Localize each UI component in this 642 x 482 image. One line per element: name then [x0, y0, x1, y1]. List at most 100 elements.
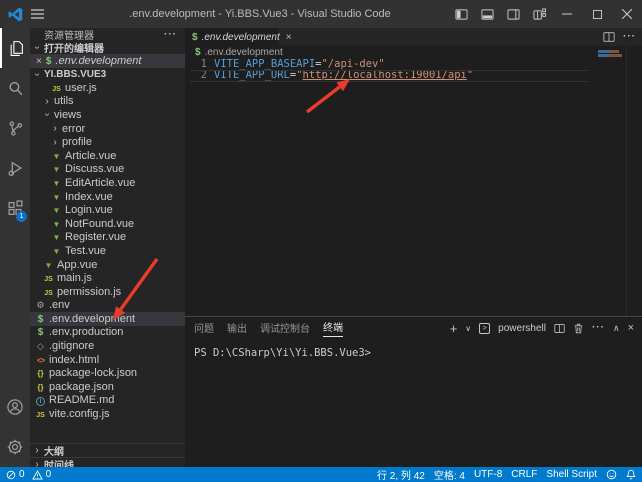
close-editor-icon[interactable]: × [36, 56, 42, 67]
terminal-list-icon[interactable]: > [479, 323, 490, 334]
tree-item[interactable]: $.env.development [30, 312, 185, 326]
open-editor-item[interactable]: × $ .env.development [30, 54, 185, 68]
maximize-panel-icon[interactable]: ∧ [613, 323, 620, 334]
extensions-badge: 1 [16, 211, 27, 222]
source-control-icon[interactable] [0, 108, 30, 148]
env-file-icon: $ [38, 314, 44, 325]
timeline-header[interactable]: › 时间线 [30, 457, 185, 467]
eol-sequence[interactable]: CRLF [511, 469, 537, 480]
errors-warnings-button[interactable]: 0 0 [6, 469, 51, 480]
tree-folder[interactable]: ›error [30, 122, 185, 136]
close-panel-icon[interactable]: × [628, 322, 634, 334]
chevron-down-icon: › [32, 43, 43, 53]
chevron-right-icon: › [42, 96, 52, 107]
shell-name[interactable]: powershell [498, 323, 546, 334]
close-window-button[interactable] [612, 0, 642, 28]
tree-item[interactable]: JSmain.js [30, 271, 185, 285]
tree-item[interactable]: <>index.html [30, 353, 185, 367]
tree-item[interactable]: ⚙.env [30, 299, 185, 313]
code-line: 1VITE_APP_BASEAPI="/api-dev" [185, 58, 642, 70]
tree-item[interactable]: iREADME.md [30, 394, 185, 408]
tree-item-label: Login.vue [65, 204, 113, 216]
tree-item[interactable]: {}package.json [30, 380, 185, 394]
tree-folder[interactable]: ›profile [30, 135, 185, 149]
toggle-panel-icon[interactable] [474, 0, 500, 28]
sidebar-more-actions-icon[interactable]: ··· [164, 32, 177, 38]
feedback-smiley-icon[interactable] [606, 469, 617, 480]
tree-item-label: Register.vue [65, 231, 126, 243]
maximize-button[interactable] [582, 0, 612, 28]
outline-header[interactable]: › 大纲 [30, 443, 185, 457]
new-terminal-icon[interactable]: + [450, 321, 458, 336]
tree-item[interactable]: ▼App.vue [30, 258, 185, 272]
tree-item[interactable]: ▼NotFound.vue [30, 217, 185, 231]
project-header[interactable]: › YI.BBS.VUE3 [30, 68, 185, 81]
tree-item[interactable]: ▼Register.vue [30, 231, 185, 245]
search-icon[interactable] [0, 68, 30, 108]
kill-terminal-trash-icon[interactable] [573, 323, 584, 334]
tab-env-development[interactable]: $ .env.development × [185, 28, 279, 46]
code-editor[interactable]: 1VITE_APP_BASEAPI="/api-dev"2VITE_APP_UR… [185, 58, 642, 316]
split-terminal-icon[interactable] [554, 323, 565, 334]
language-mode[interactable]: Shell Script [546, 469, 597, 480]
tree-item-label: package-lock.json [49, 367, 137, 379]
tree-item-label: views [54, 109, 82, 121]
bottom-panel: 问题输出调试控制台终端 + ∨ > powershell ··· ∧ × [185, 316, 642, 467]
explorer-icon[interactable] [0, 28, 30, 68]
editor-scrollbar[interactable] [626, 46, 642, 316]
tree-item[interactable]: ▼Article.vue [30, 149, 185, 163]
customize-layout-icon[interactable] [526, 0, 552, 28]
vue-file-icon: ▼ [53, 193, 61, 202]
menu-icon[interactable] [31, 9, 44, 19]
tree-item[interactable]: ▼EditArticle.vue [30, 176, 185, 190]
terminal-output[interactable]: PS D:\CSharp\Yi\Yi.BBS.Vue3> [185, 337, 642, 359]
tree-item[interactable]: ▼Discuss.vue [30, 163, 185, 177]
tree-item-label: NotFound.vue [65, 218, 134, 230]
tree-item[interactable]: ▼Index.vue [30, 190, 185, 204]
breadcrumb[interactable]: $ .env.development [185, 46, 642, 58]
extensions-icon[interactable]: 1 [0, 188, 30, 228]
tree-item-label: profile [62, 136, 92, 148]
tree-item-label: vite.config.js [49, 408, 110, 420]
chevron-down-icon: › [42, 110, 53, 120]
tree-item[interactable]: ▼Test.vue [30, 244, 185, 258]
tree-folder[interactable]: ›utils [30, 95, 185, 109]
line-number: 1 [185, 58, 207, 70]
close-tab-icon[interactable]: × [286, 32, 292, 43]
encoding[interactable]: UTF-8 [474, 469, 502, 480]
indentation[interactable]: 空格: 4 [434, 467, 465, 482]
warning-count: 0 [46, 469, 52, 480]
tree-item[interactable]: ▼Login.vue [30, 203, 185, 217]
tree-item[interactable]: JSpermission.js [30, 285, 185, 299]
minimize-button[interactable] [552, 0, 582, 28]
cursor-position[interactable]: 行 2, 列 42 [377, 467, 425, 482]
tree-item-label: main.js [57, 272, 92, 284]
run-debug-icon[interactable] [0, 148, 30, 188]
panel-more-actions-icon[interactable]: ··· [592, 325, 605, 331]
json-file-icon: {} [37, 369, 43, 378]
split-editor-icon[interactable] [603, 31, 615, 43]
settings-gear-icon[interactable] [0, 427, 30, 467]
account-icon[interactable] [0, 387, 30, 427]
panel-tab[interactable]: 调试控制台 [260, 317, 310, 337]
notifications-bell-icon[interactable] [626, 469, 636, 480]
toggle-sidebar-icon[interactable] [448, 0, 474, 28]
tree-item[interactable]: $ .env.production [30, 326, 185, 340]
terminal-profile-chevron-icon[interactable]: ∨ [465, 324, 471, 333]
tree-folder[interactable]: ›views [30, 108, 185, 122]
tree-item[interactable]: JSvite.config.js [30, 407, 185, 421]
tree-item[interactable]: JSuser.js [30, 81, 185, 95]
tree-item[interactable]: {} package-lock.json [30, 366, 185, 380]
tree-item-label: .env.production [49, 326, 123, 338]
url-link[interactable]: http://localhost:19001/api [303, 69, 467, 81]
status-bar: 0 0 行 2, 列 42 空格: 4 UTF-8 CRLF Shell Scr… [0, 467, 642, 482]
explorer-sidebar: 资源管理器 ··· › 打开的编辑器 × $ .env.development … [30, 28, 185, 467]
toggle-secondary-sidebar-icon[interactable] [500, 0, 526, 28]
panel-tab[interactable]: 输出 [227, 317, 247, 337]
tree-item[interactable]: ◇.gitignore [30, 339, 185, 353]
env-file-icon: $ [38, 327, 44, 338]
panel-tab[interactable]: 问题 [194, 317, 214, 337]
open-editors-header[interactable]: › 打开的编辑器 [30, 41, 185, 54]
editor-more-actions-icon[interactable]: ··· [623, 34, 636, 40]
panel-tab[interactable]: 终端 [323, 317, 343, 337]
